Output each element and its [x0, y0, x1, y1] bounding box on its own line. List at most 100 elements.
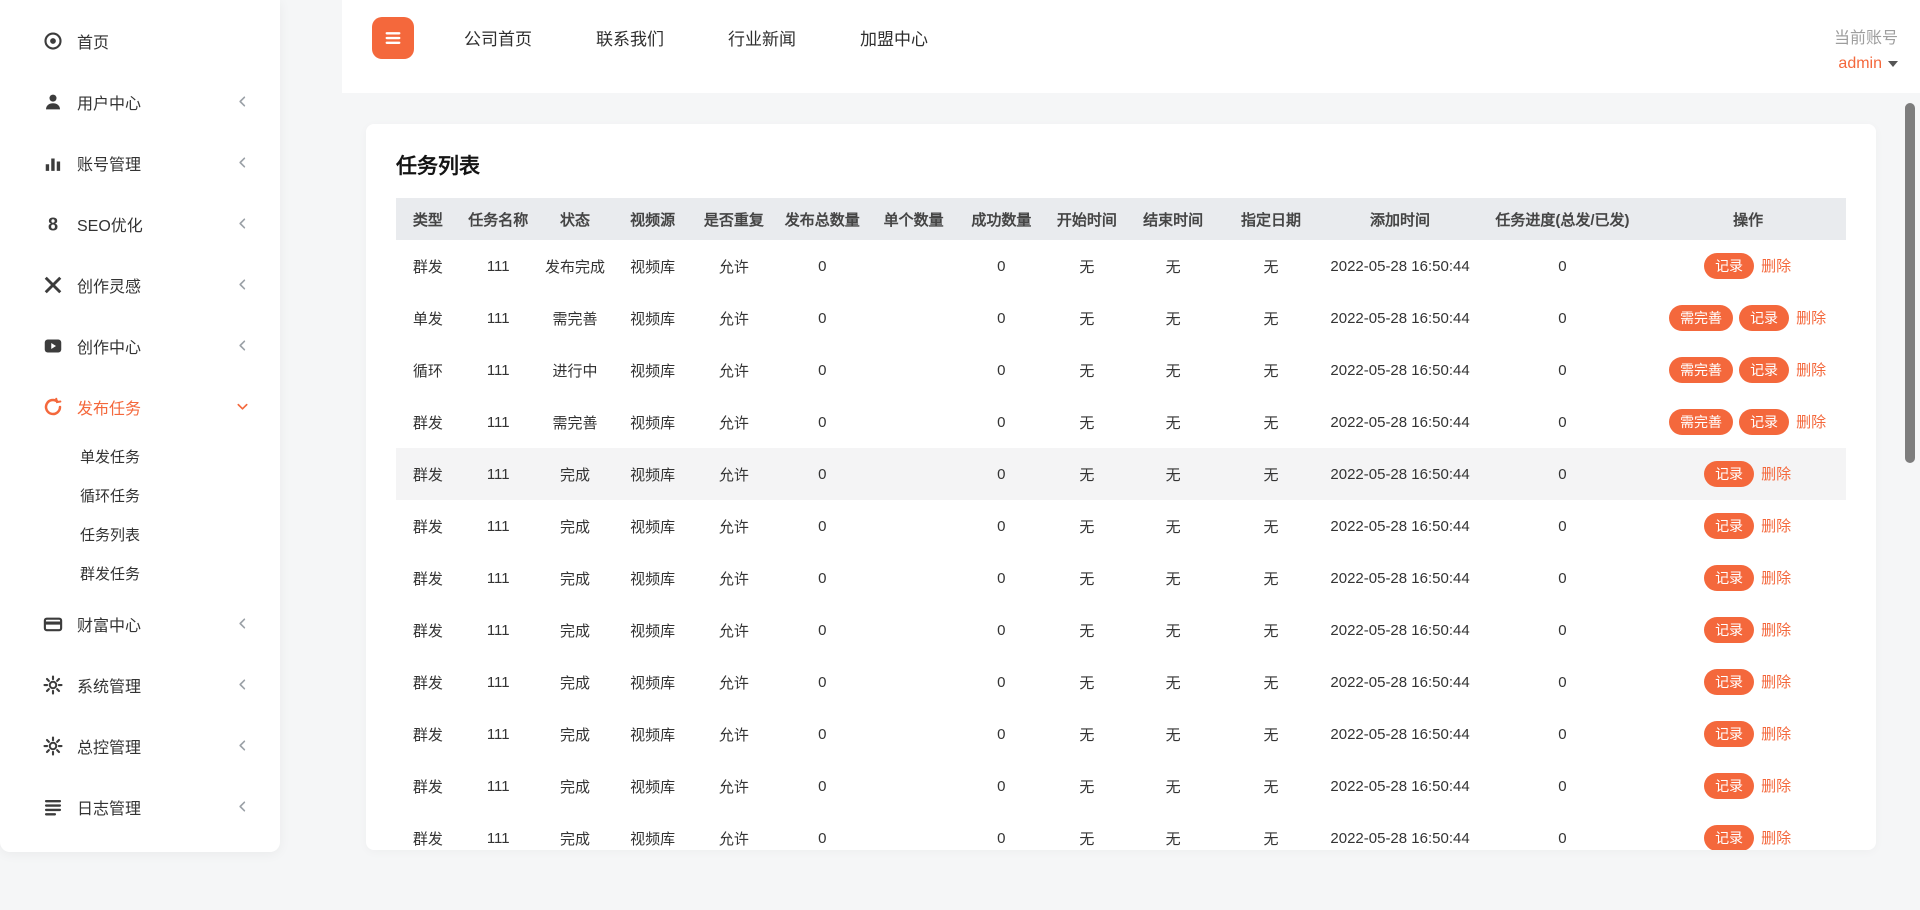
cell-added: 2022-05-28 16:50:44 [1325, 604, 1474, 656]
delete-link[interactable]: 删除 [1761, 830, 1791, 847]
delete-link[interactable]: 删除 [1761, 674, 1791, 691]
delete-link[interactable]: 删除 [1796, 310, 1826, 327]
table-row: 群发111完成视频库允许00无无无2022-05-28 16:50:440记录删… [396, 448, 1846, 500]
cell-total: 0 [776, 240, 869, 292]
account-label: 当前账号 [1834, 24, 1898, 48]
cell-repeat: 允许 [692, 656, 776, 708]
cell-repeat: 允许 [692, 240, 776, 292]
cell-actions: 需完善记录删除 [1650, 344, 1846, 396]
topnav-item-0[interactable]: 公司首页 [464, 25, 532, 50]
cell-source: 视频库 [613, 604, 691, 656]
cell-success: 0 [959, 292, 1045, 344]
record-button[interactable]: 记录 [1739, 409, 1789, 436]
topbar-nav: 公司首页 联系我们 行业新闻 加盟中心 [464, 0, 928, 74]
cell-single [869, 448, 959, 500]
topnav-item-2[interactable]: 行业新闻 [728, 25, 796, 50]
sidebar: 首页用户中心账号管理8SEO优化创作灵感创作中心发布任务单发任务循环任务任务列表… [0, 0, 280, 852]
cell-date: 无 [1217, 344, 1326, 396]
sidebar-item-10[interactable]: 日志管理 [0, 776, 280, 837]
topnav-item-1[interactable]: 联系我们 [596, 25, 664, 50]
cell-status: 完成 [537, 448, 614, 500]
delete-link[interactable]: 删除 [1761, 726, 1791, 743]
bar-chart-icon [43, 153, 63, 173]
record-button[interactable]: 记录 [1704, 825, 1754, 850]
cell-added: 2022-05-28 16:50:44 [1325, 240, 1474, 292]
cell-end: 无 [1130, 812, 1217, 850]
column-header-5: 发布总数量 [776, 198, 869, 240]
cell-status: 需完善 [537, 292, 614, 344]
main-card: 任务列表 类型任务名称状态视频源是否重复发布总数量单个数量成功数量开始时间结束时… [366, 124, 1876, 850]
sidebar-item-label: 系统管理 [77, 673, 141, 697]
sidebar-item-8[interactable]: 系统管理 [0, 654, 280, 715]
scrollbar[interactable] [1905, 103, 1915, 463]
video-icon [43, 336, 63, 356]
delete-link[interactable]: 删除 [1761, 466, 1791, 483]
record-button[interactable]: 记录 [1739, 357, 1789, 384]
record-button[interactable]: 记录 [1704, 565, 1754, 592]
record-button[interactable]: 记录 [1704, 669, 1754, 696]
cell-source: 视频库 [613, 656, 691, 708]
record-button[interactable]: 记录 [1704, 773, 1754, 800]
delete-link[interactable]: 删除 [1796, 414, 1826, 431]
needs-completion-button[interactable]: 需完善 [1669, 357, 1733, 384]
cell-source: 视频库 [613, 396, 691, 448]
menu-toggle-button[interactable] [372, 17, 414, 59]
cell-single [869, 812, 959, 850]
chevron-left-icon [235, 155, 250, 170]
delete-link[interactable]: 删除 [1761, 622, 1791, 639]
account-dropdown[interactable]: admin [1834, 55, 1898, 73]
cell-added: 2022-05-28 16:50:44 [1325, 708, 1474, 760]
sidebar-subitem-2[interactable]: 任务列表 [0, 515, 280, 554]
table-row: 群发111完成视频库允许00无无无2022-05-28 16:50:440记录删… [396, 552, 1846, 604]
record-button[interactable]: 记录 [1704, 513, 1754, 540]
cell-source: 视频库 [613, 240, 691, 292]
page-title: 任务列表 [396, 150, 1846, 180]
delete-link[interactable]: 删除 [1761, 518, 1791, 535]
sidebar-item-3[interactable]: 8SEO优化 [0, 193, 280, 254]
cell-source: 视频库 [613, 344, 691, 396]
record-button[interactable]: 记录 [1704, 617, 1754, 644]
sidebar-item-2[interactable]: 账号管理 [0, 132, 280, 193]
cell-actions: 记录删除 [1650, 500, 1846, 552]
record-button[interactable]: 记录 [1739, 305, 1789, 332]
sidebar-item-6[interactable]: 发布任务 [0, 376, 280, 437]
cell-single [869, 604, 959, 656]
cell-single [869, 760, 959, 812]
cell-status: 需完善 [537, 396, 614, 448]
delete-link[interactable]: 删除 [1761, 258, 1791, 275]
cell-end: 无 [1130, 656, 1217, 708]
sidebar-subitem-3[interactable]: 群发任务 [0, 554, 280, 593]
record-button[interactable]: 记录 [1704, 461, 1754, 488]
sidebar-item-5[interactable]: 创作中心 [0, 315, 280, 376]
cell-start: 无 [1044, 292, 1130, 344]
topnav-item-3[interactable]: 加盟中心 [860, 25, 928, 50]
table-row: 单发111需完善视频库允许00无无无2022-05-28 16:50:440需完… [396, 292, 1846, 344]
cell-repeat: 允许 [692, 292, 776, 344]
sidebar-item-9[interactable]: 总控管理 [0, 715, 280, 776]
record-button[interactable]: 记录 [1704, 721, 1754, 748]
delete-link[interactable]: 删除 [1761, 570, 1791, 587]
cell-start: 无 [1044, 396, 1130, 448]
record-button[interactable]: 记录 [1704, 253, 1754, 280]
sidebar-item-0[interactable]: 首页 [0, 10, 280, 71]
cell-end: 无 [1130, 396, 1217, 448]
sidebar-item-4[interactable]: 创作灵感 [0, 254, 280, 315]
cell-added: 2022-05-28 16:50:44 [1325, 396, 1474, 448]
cell-repeat: 允许 [692, 396, 776, 448]
sidebar-subitem-1[interactable]: 循环任务 [0, 476, 280, 515]
column-header-6: 单个数量 [869, 198, 959, 240]
cell-end: 无 [1130, 760, 1217, 812]
sidebar-item-7[interactable]: 财富中心 [0, 593, 280, 654]
cell-actions: 记录删除 [1650, 448, 1846, 500]
sidebar-item-1[interactable]: 用户中心 [0, 71, 280, 132]
table-row: 群发111需完善视频库允许00无无无2022-05-28 16:50:440需完… [396, 396, 1846, 448]
cell-name: 111 [460, 812, 537, 850]
cell-start: 无 [1044, 656, 1130, 708]
sidebar-subitem-0[interactable]: 单发任务 [0, 437, 280, 476]
needs-completion-button[interactable]: 需完善 [1669, 409, 1733, 436]
cell-success: 0 [959, 604, 1045, 656]
delete-link[interactable]: 删除 [1796, 362, 1826, 379]
needs-completion-button[interactable]: 需完善 [1669, 305, 1733, 332]
cell-actions: 记录删除 [1650, 708, 1846, 760]
delete-link[interactable]: 删除 [1761, 778, 1791, 795]
